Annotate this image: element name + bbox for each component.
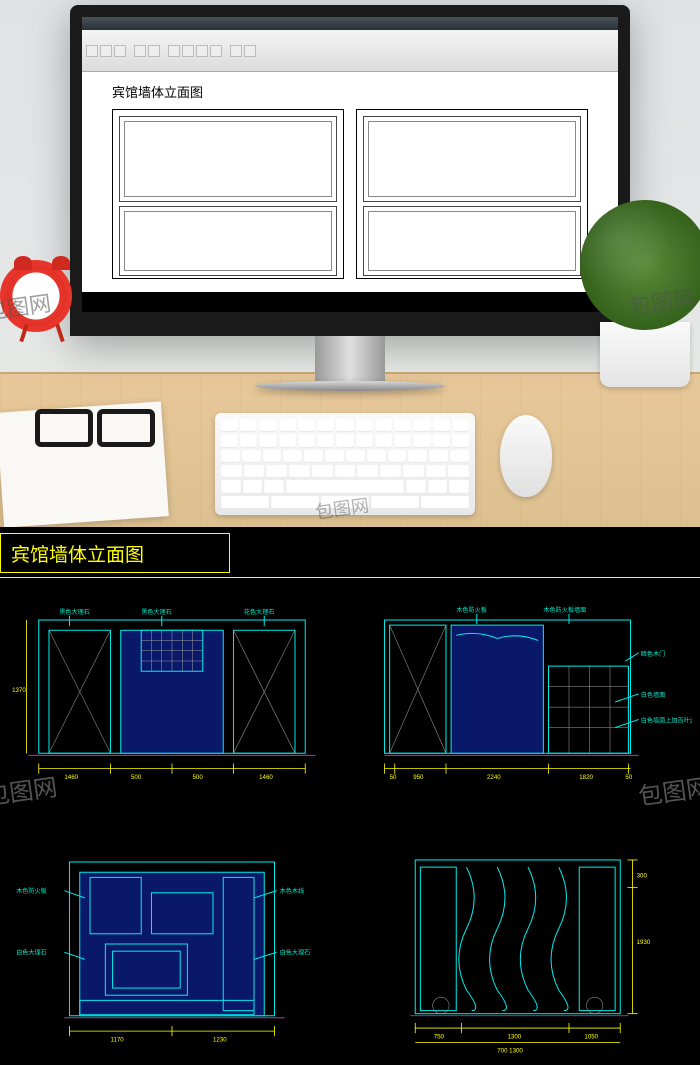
- svg-text:黑色大理石: 黑色大理石: [141, 608, 172, 616]
- monitor-screen: 宾馆墙体立面图: [82, 17, 618, 312]
- svg-text:700 1300: 700 1300: [497, 1048, 523, 1055]
- monitor-stand-neck: [315, 336, 385, 381]
- svg-text:2240: 2240: [487, 774, 501, 781]
- monitor-bezel: 宾馆墙体立面图: [70, 5, 630, 336]
- cad-title-label: 宾馆墙体立面图: [11, 540, 144, 567]
- svg-text:500: 500: [131, 774, 142, 781]
- svg-text:1370: 1370: [12, 687, 26, 694]
- svg-text:950: 950: [413, 774, 424, 781]
- svg-text:暗色木门: 暗色木门: [641, 650, 666, 658]
- svg-text:500: 500: [193, 774, 204, 781]
- svg-text:木色防火板: 木色防火板: [456, 606, 487, 614]
- drawing-title: 宾馆墙体立面图: [112, 82, 588, 101]
- elevation-panel-3[interactable]: 木色防火板 白色大理石 木色木线 白色大理石 1170 1230: [8, 839, 336, 1059]
- svg-text:1230: 1230: [213, 1037, 227, 1044]
- svg-text:木色防火板墙面: 木色防火板墙面: [543, 606, 586, 614]
- svg-text:木色木线: 木色木线: [280, 887, 305, 895]
- eyeglasses: [35, 409, 155, 447]
- svg-text:300: 300: [637, 873, 648, 880]
- svg-text:50: 50: [625, 774, 632, 781]
- svg-text:50: 50: [390, 774, 397, 781]
- cad-drawing-grid: 黑色大理石 黑色大理石 花色大理石 1460 500 500 1460: [8, 597, 692, 1045]
- svg-text:750: 750: [434, 1034, 445, 1041]
- title-underline: [0, 577, 700, 578]
- svg-text:黑色大理石: 黑色大理石: [59, 608, 90, 616]
- svg-text:木色防火板: 木色防火板: [16, 887, 47, 895]
- cad-canvas[interactable]: 宾馆墙体立面图: [82, 72, 618, 292]
- cad-dark-view[interactable]: 宾馆墙体立面图: [0, 527, 700, 1053]
- svg-text:1460: 1460: [259, 774, 273, 781]
- cad-ribbon-toolbar[interactable]: [82, 30, 618, 72]
- mouse: [500, 415, 552, 497]
- cad-title-box: 宾馆墙体立面图: [0, 533, 230, 573]
- svg-text:1170: 1170: [111, 1037, 125, 1044]
- desk-scene-photo: 宾馆墙体立面图: [0, 0, 700, 527]
- svg-text:白色大理石: 白色大理石: [280, 949, 311, 957]
- svg-text:白色墙面: 白色墙面: [641, 691, 666, 699]
- drawing-frame-1: [112, 109, 344, 279]
- drawing-frame-2: [356, 109, 588, 279]
- svg-text:1050: 1050: [584, 1034, 598, 1041]
- cad-titlebar: [82, 17, 618, 30]
- svg-text:1820: 1820: [579, 774, 593, 781]
- monitor: 宾馆墙体立面图: [70, 5, 630, 391]
- cad-statusbar: [82, 292, 618, 312]
- monitor-stand-base: [255, 381, 445, 391]
- svg-text:1300: 1300: [508, 1034, 522, 1041]
- svg-text:白色大理石: 白色大理石: [16, 949, 47, 957]
- svg-text:1930: 1930: [637, 939, 651, 946]
- svg-text:白色墙面上加百叶造型: 白色墙面上加百叶造型: [641, 717, 692, 725]
- elevation-panel-1[interactable]: 黑色大理石 黑色大理石 花色大理石 1460 500 500 1460: [8, 597, 336, 817]
- svg-text:1460: 1460: [64, 774, 78, 781]
- svg-text:花色大理石: 花色大理石: [244, 608, 275, 616]
- elevation-panel-4[interactable]: 750 1300 1050 700 1300 300 1930: [364, 839, 692, 1059]
